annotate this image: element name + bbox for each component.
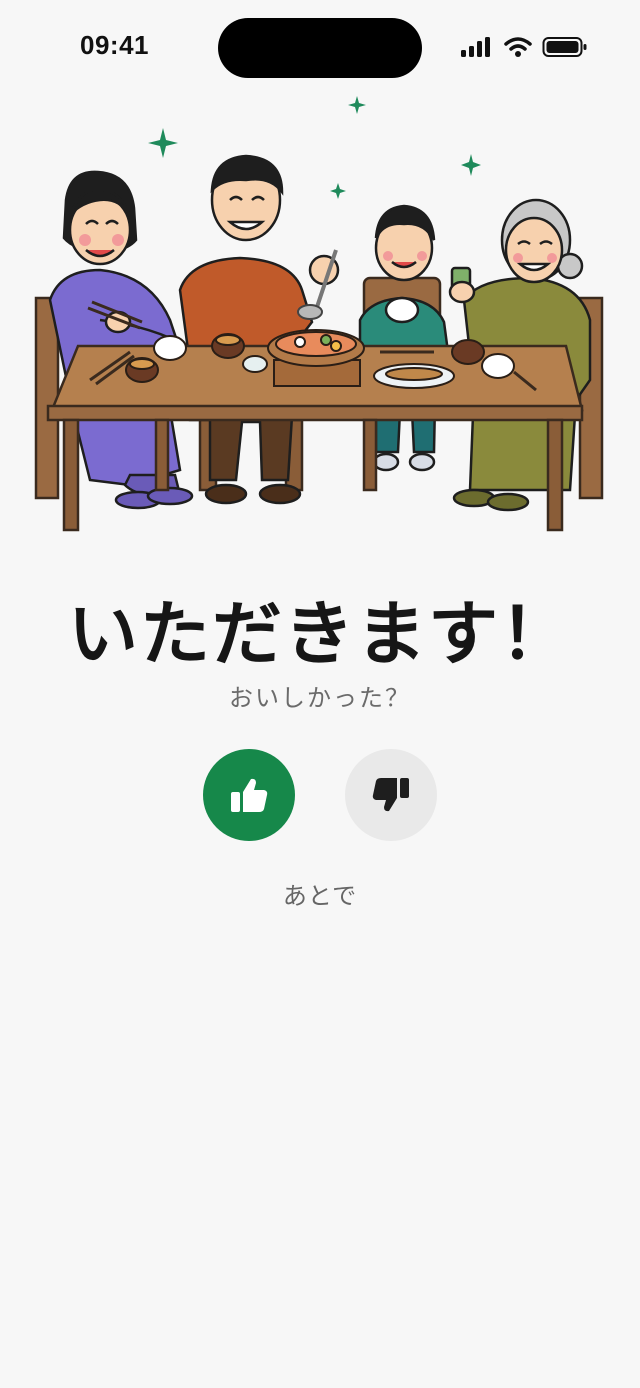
status-icons bbox=[460, 36, 588, 58]
later-link[interactable]: あとで bbox=[283, 882, 357, 910]
cellular-signal-icon bbox=[461, 37, 490, 57]
thumbs-down-icon bbox=[372, 778, 409, 812]
rating-question: おいしかった？ bbox=[229, 684, 411, 712]
sparkle-icon bbox=[148, 96, 481, 199]
status-bar: 09:41 bbox=[0, 0, 640, 96]
status-time: 09:41 bbox=[80, 30, 149, 60]
dislike-button[interactable] bbox=[345, 749, 437, 841]
battery-icon bbox=[542, 37, 587, 57]
wifi-icon bbox=[504, 37, 532, 57]
thumbs-up-icon bbox=[231, 778, 268, 812]
later-link-wrapper: あとで bbox=[0, 876, 640, 911]
dynamic-island bbox=[218, 18, 422, 78]
like-button[interactable] bbox=[203, 749, 295, 841]
page-title: いただきます！ bbox=[68, 593, 572, 675]
family-dinner-illustration bbox=[30, 90, 610, 540]
